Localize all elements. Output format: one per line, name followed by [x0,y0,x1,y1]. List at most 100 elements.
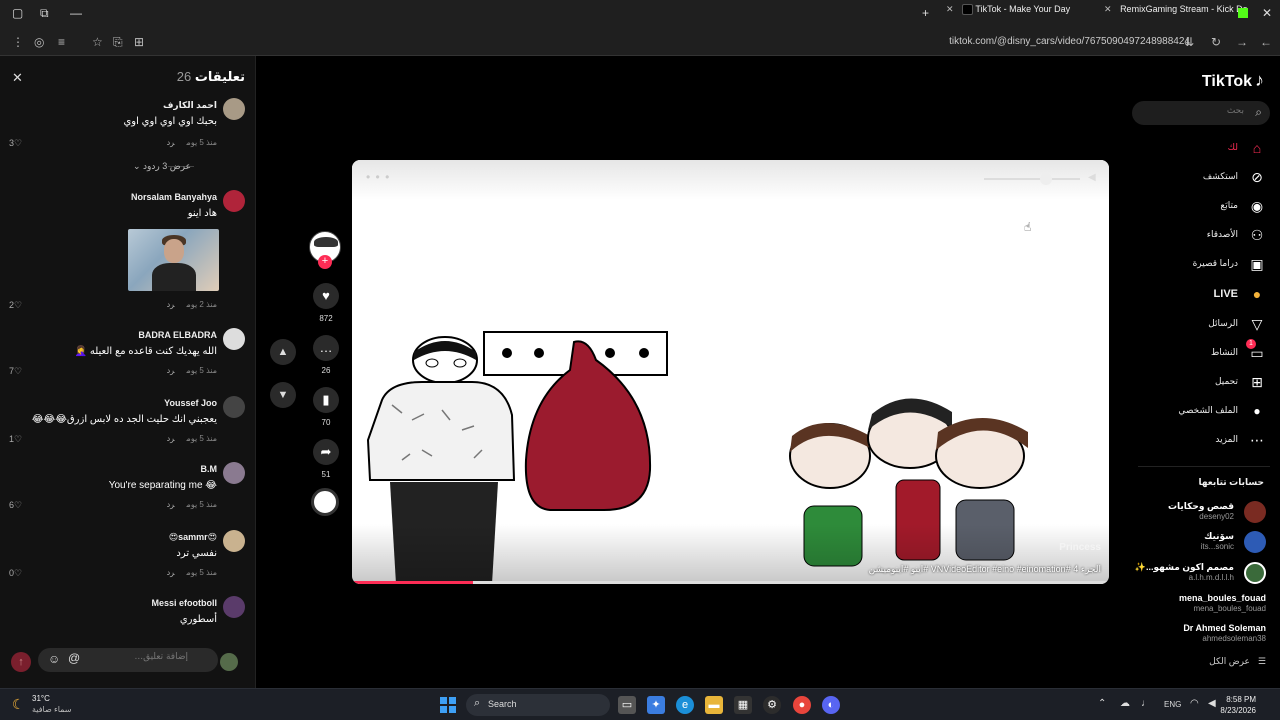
nav-short-drama[interactable]: ▣ دراما قصيرة [1138,254,1266,276]
search-icon[interactable]: ⌕ [1255,105,1262,120]
extensions-icon[interactable]: ⊞ [134,35,144,49]
back-icon[interactable]: ← [1260,35,1272,49]
volume-icon[interactable]: ◀ [1208,698,1216,709]
avatar[interactable] [223,530,245,552]
nav-messages[interactable]: ▽ الرسائل [1138,314,1266,336]
tab-search-icon[interactable]: ⧉ [40,6,49,21]
nav-live[interactable]: ● LIVE [1138,284,1266,306]
avatar[interactable] [223,98,245,120]
new-tab-icon[interactable]: + [922,6,929,20]
followed-account[interactable]: mena_boules_fouad mena_boules_fouad [1134,591,1266,617]
close-tab-icon[interactable]: ✕ [946,4,954,14]
share-button[interactable]: ➦ 51 [306,439,346,479]
install-app-icon[interactable]: ⇊ [1184,35,1194,49]
avatar[interactable] [223,596,245,618]
site-info-icon[interactable]: ◎ [34,35,44,49]
followed-account[interactable]: سۆنيك its...sonic [1134,529,1266,555]
bookmark-star-icon[interactable]: ☆ [92,35,103,49]
start-button[interactable] [440,697,456,713]
window-controls-icon[interactable]: ▢ [12,6,23,20]
nav-for-you[interactable]: ⌂ لك [1138,138,1266,160]
nav-friends[interactable]: ⚇ الأصدقاء [1138,225,1266,247]
view-replies-button[interactable]: عرض 3 ردود ⌄ [133,161,191,172]
followed-account[interactable]: مصمم اكون مشهو...✨ a.l.h.m.d.l.l.h [1134,560,1266,586]
comment-button[interactable]: … 26 [306,335,346,375]
tab-tiktok[interactable]: ✕ TikTok - Make Your Day [946,4,1094,24]
search-box[interactable]: ⌕ [1132,101,1270,125]
nav-upload[interactable]: ⊞ تحميل [1138,372,1266,394]
user-avatar[interactable] [220,653,238,671]
address-bar[interactable]: tiktok.com/@disny_cars/video/76750904972… [949,36,1190,47]
nav-following[interactable]: ◉ متابَع [1138,196,1266,218]
comment-input-box[interactable]: ☺ @ [38,648,218,672]
send-comment-button[interactable]: ↑ [11,652,31,672]
task-view-icon[interactable]: ▭ [618,696,636,714]
copilot-icon[interactable]: ✦ [647,696,665,714]
comment-image[interactable] [128,229,219,291]
tab-kick[interactable]: ✕ RemixGaming Stream - Kick Da [1104,4,1254,24]
nav-activity[interactable]: ▭ 1 النشاط [1138,339,1266,365]
window-close-icon[interactable]: ✕ [1262,6,1272,20]
reply-button[interactable]: رد [167,434,175,443]
cloud-icon[interactable]: ☁ [1120,698,1130,709]
comment-author[interactable]: BADRA ELBADRA [138,330,217,340]
forward-icon[interactable]: → [1236,35,1248,49]
avatar[interactable] [223,328,245,350]
music-disc-icon[interactable] [311,488,339,516]
followed-account[interactable]: Dr Ahmed Soleman ahmedsoleman38 [1134,621,1266,647]
taskbar-search[interactable]: ⌕ Search [466,694,610,716]
avatar[interactable] [223,396,245,418]
comment-author[interactable]: Norsalam Banyahya [131,192,217,202]
clock[interactable]: 8:58 PM 8/23/2026 [1220,694,1256,716]
discord-icon[interactable]: ◐ [822,696,840,714]
comment-input[interactable] [88,652,188,662]
tune-icon[interactable]: ≡ [58,35,65,49]
like-comment-button[interactable]: 6♡ [9,500,22,511]
mention-icon[interactable]: @ [68,651,80,665]
close-tab-icon[interactable]: ✕ [1104,4,1112,14]
save-button[interactable]: ▮ 70 [306,387,346,427]
mic-icon[interactable]: ♩ [1141,698,1151,709]
reply-button[interactable]: رد [167,500,175,509]
share-icon[interactable]: ⎘ [113,35,123,50]
reply-button[interactable]: رد [167,138,175,147]
video-caption[interactable]: الجزء 4 #VNVideoEditor #eino #einomation… [869,564,1101,575]
file-explorer-icon[interactable]: ▬ [705,696,723,714]
like-comment-button[interactable]: 1♡ [9,434,22,445]
followed-account[interactable]: قصص وحكايات deseny02 [1134,499,1266,525]
search-input[interactable] [1144,106,1244,116]
like-comment-button[interactable]: 0♡ [9,568,22,579]
tiktok-logo[interactable]: ♪TikTok [1202,70,1264,91]
nav-profile[interactable]: ● الملف الشخصي [1138,401,1266,423]
comment-author[interactable]: B.M [201,464,218,474]
avatar[interactable] [223,462,245,484]
wifi-icon[interactable]: ◠ [1190,698,1199,709]
follow-button[interactable]: + [318,255,332,269]
language-indicator[interactable]: ENG [1164,700,1181,709]
see-all-button[interactable]: ☰ عرض الكل [1209,656,1266,667]
reply-button[interactable]: رد [167,300,175,309]
like-comment-button[interactable]: 7♡ [9,366,22,377]
comment-author[interactable]: احمد الكارف [163,100,217,111]
comment-author[interactable]: 😍sammr😍 [169,532,217,543]
nav-more[interactable]: ⋯ المزيد [1138,430,1266,452]
comment-author[interactable]: Youssef Joo [164,398,217,408]
store-icon[interactable]: ▦ [734,696,752,714]
edge-icon[interactable]: e [676,696,694,714]
minimize-icon[interactable]: — [70,6,82,20]
settings-gear-icon[interactable]: ⚙ [763,696,781,714]
video-player[interactable]: • • • ◀ Princess الجزء 4 #VNVideoEditor … [352,160,1109,584]
chrome-icon[interactable]: ● [793,696,811,714]
previous-video-button[interactable]: ▲ [270,339,296,365]
tray-chevron-icon[interactable]: ⌃ [1098,698,1106,709]
reply-button[interactable]: رد [167,366,175,375]
like-button[interactable]: ♥ 872 [306,283,346,323]
comment-author[interactable]: Messi efootboll [151,598,217,608]
avatar[interactable] [223,190,245,212]
close-comments-icon[interactable]: ✕ [12,70,23,86]
emoji-icon[interactable]: ☺ [48,652,60,666]
nav-explore[interactable]: ⊘ استكشف [1138,167,1266,189]
reload-icon[interactable]: ↻ [1211,35,1221,49]
next-video-button[interactable]: ▼ [270,382,296,408]
like-comment-button[interactable]: 3♡ [9,138,22,149]
